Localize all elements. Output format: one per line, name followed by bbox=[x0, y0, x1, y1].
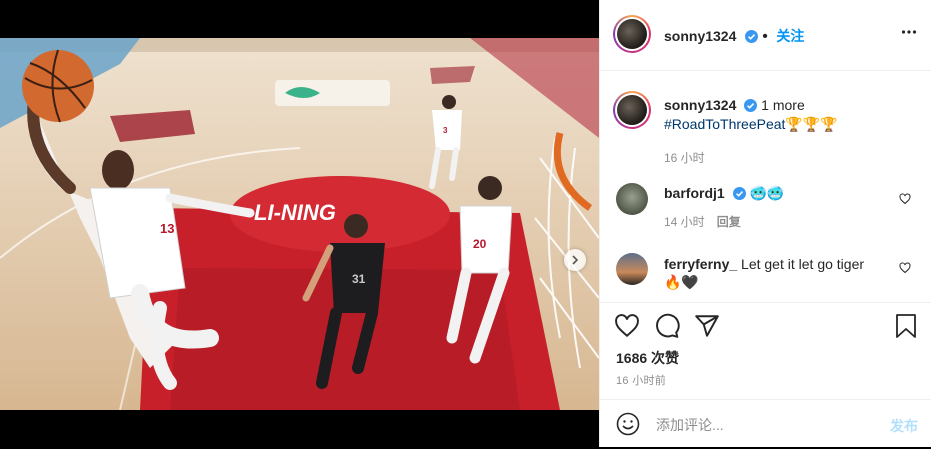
author-avatar[interactable] bbox=[613, 15, 651, 53]
basketball bbox=[22, 50, 94, 122]
comment-bar: 发布 bbox=[600, 399, 931, 449]
chevron-right-icon bbox=[572, 255, 579, 265]
likes-count[interactable]: 1686 次赞 bbox=[616, 348, 679, 368]
more-icon[interactable] bbox=[901, 24, 917, 40]
caption-more-link[interactable]: 1 more bbox=[761, 97, 805, 113]
comment-item: barfordj1 🥶🥶 14 小时 回复 bbox=[664, 184, 884, 230]
jersey-number-mid: 31 bbox=[352, 272, 366, 286]
jersey-number-right: 20 bbox=[473, 237, 487, 251]
heart-icon[interactable] bbox=[899, 193, 911, 205]
comment-username[interactable]: barfordj1 bbox=[664, 185, 725, 201]
comment-icon[interactable] bbox=[654, 313, 680, 339]
caption-avatar[interactable] bbox=[613, 91, 651, 129]
jersey-number-left: 13 bbox=[160, 221, 174, 236]
heart-icon[interactable] bbox=[614, 313, 640, 339]
smile-icon[interactable] bbox=[616, 412, 640, 436]
post-photo[interactable]: LI-NING 13 31 20 3 bbox=[0, 38, 599, 410]
instagram-post-modal: LI-NING 13 31 20 3 sonny1324 • 关注 sonny1… bbox=[0, 0, 931, 447]
share-icon[interactable] bbox=[694, 313, 720, 339]
author-username[interactable]: sonny1324 bbox=[664, 28, 736, 44]
jersey-number-far: 3 bbox=[443, 126, 448, 135]
verified-icon bbox=[744, 99, 758, 112]
verified-icon bbox=[732, 187, 746, 200]
heart-icon[interactable] bbox=[899, 262, 911, 274]
caption-time: 16 小时 bbox=[664, 151, 705, 165]
comment-item: ferryferny_ Let get it let go tiger 🔥🖤 bbox=[664, 255, 884, 291]
comment-time: 14 小时 bbox=[664, 215, 705, 229]
basketball-photo: LI-NING 13 31 20 3 bbox=[0, 38, 599, 410]
commenter-avatar[interactable] bbox=[616, 183, 648, 215]
verified-icon bbox=[744, 30, 758, 43]
sponsor-logo-text: LI-NING bbox=[254, 200, 336, 225]
caption: sonny1324 1 more #RoadToThreePeat🏆🏆🏆 16 … bbox=[664, 96, 914, 166]
commenter-avatar[interactable] bbox=[616, 253, 648, 285]
post-header: sonny1324 • 关注 bbox=[600, 0, 931, 71]
bookmark-icon[interactable] bbox=[894, 313, 918, 339]
caption-emoji: 🏆🏆🏆 bbox=[785, 116, 838, 132]
caption-username[interactable]: sonny1324 bbox=[664, 97, 736, 113]
post-panel: sonny1324 • 关注 sonny1324 1 more #RoadToT… bbox=[599, 0, 931, 447]
next-slide-button[interactable] bbox=[564, 249, 586, 271]
post-actions: 1686 次赞 16 小时前 发布 bbox=[600, 302, 931, 448]
comment-username[interactable]: ferryferny_ bbox=[664, 256, 737, 272]
comment-input[interactable] bbox=[654, 410, 868, 440]
post-comment-button[interactable]: 发布 bbox=[890, 416, 918, 436]
hashtag-link[interactable]: #RoadToThreePeat bbox=[664, 116, 785, 132]
comment-text: 🥶🥶 bbox=[749, 185, 785, 201]
reply-button[interactable]: 回复 bbox=[717, 215, 741, 229]
follow-button[interactable]: 关注 bbox=[776, 28, 804, 44]
post-timestamp: 16 小时前 bbox=[616, 375, 667, 387]
